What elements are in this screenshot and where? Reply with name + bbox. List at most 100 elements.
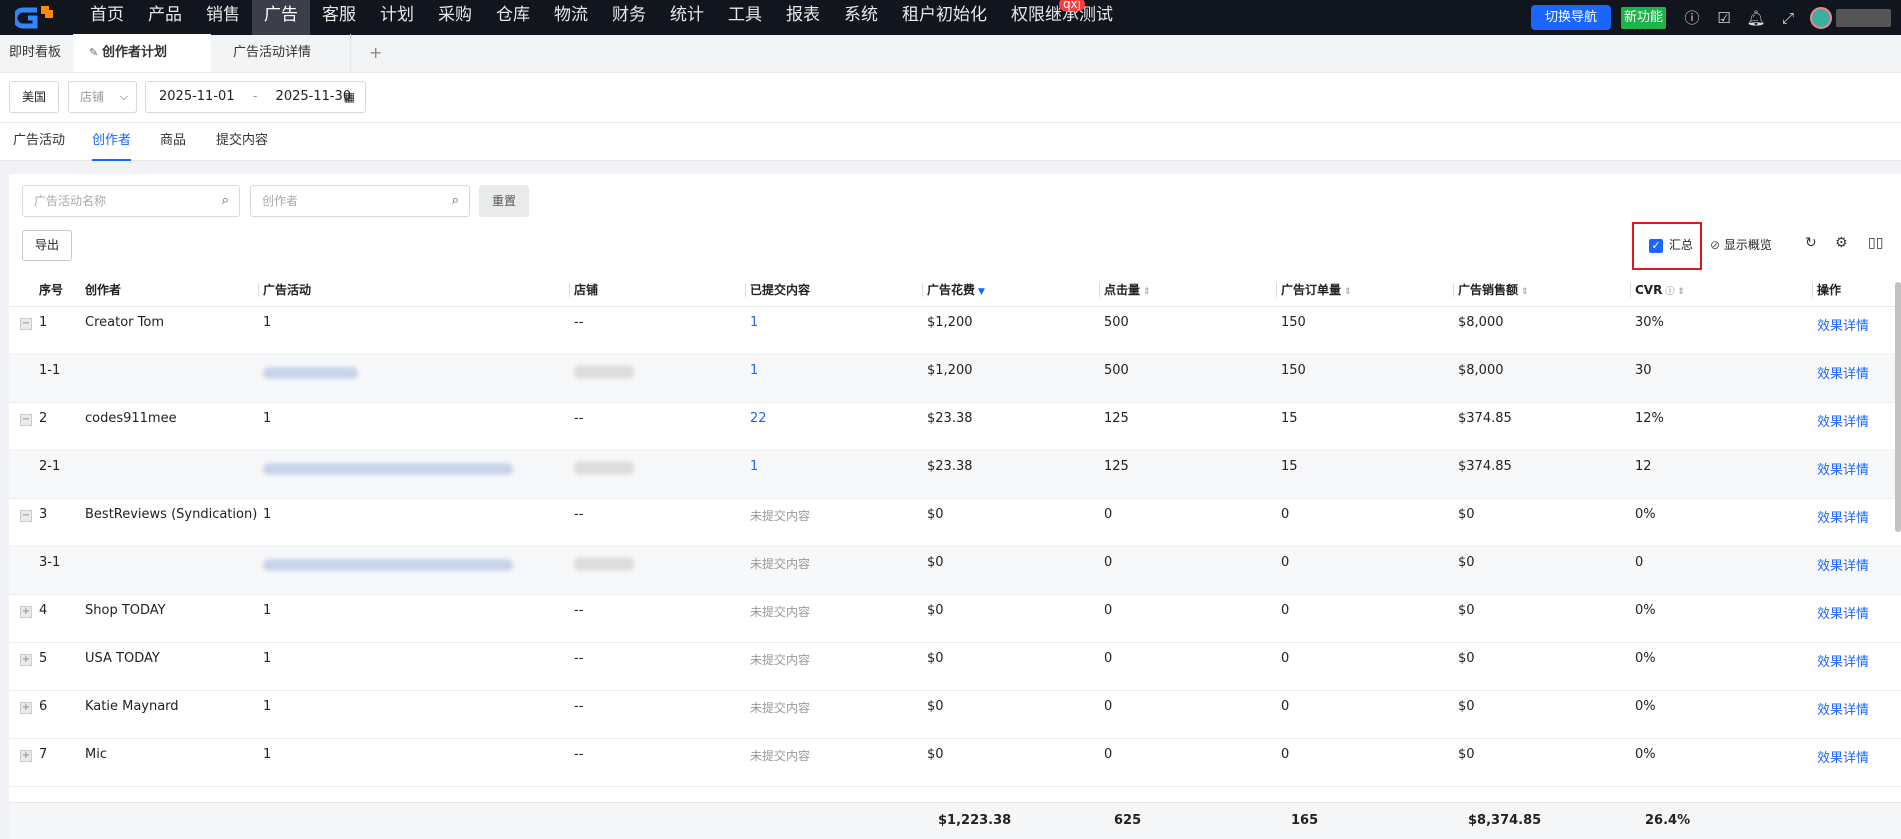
nav-item-6[interactable]: 采购 [426,0,484,35]
nav-item-11[interactable]: 工具 [716,0,774,35]
cell-submitted[interactable]: 1 [745,450,922,499]
shop-select[interactable]: 店铺 ⌵ [68,81,137,113]
effect-detail-link-text[interactable]: 效果详情 [1817,511,1869,526]
nav-item-3[interactable]: 广告 [252,0,310,35]
help-icon[interactable]: ⓘ [1665,287,1674,297]
summary-label[interactable]: 汇总 [1669,236,1693,253]
campaign-search-input[interactable]: 广告活动名称 ⌕ [22,185,240,217]
subtab-submissions[interactable]: 提交内容 [216,123,268,161]
add-tab-button[interactable]: + [351,34,400,72]
nav-item-8[interactable]: 物流 [542,0,600,35]
nav-item-13[interactable]: 系统 [832,0,890,35]
subtab-products[interactable]: 商品 [160,123,186,161]
sort-desc-icon[interactable]: ▼ [978,287,985,297]
collapse-icon[interactable]: − [20,509,32,522]
effect-detail-link[interactable]: 效果详情 [1812,690,1901,739]
sort-icon[interactable]: ⇕ [1677,287,1685,297]
header-cvr[interactable]: CVR ⓘ ⇕ [1630,274,1812,307]
effect-detail-link-text[interactable]: 效果详情 [1817,559,1869,574]
sort-icon[interactable]: ⇕ [1143,287,1151,297]
refresh-icon[interactable]: ↻ [1805,235,1817,251]
effect-detail-link[interactable]: 效果详情 [1812,450,1901,499]
vertical-scrollbar[interactable] [1895,282,1901,532]
nav-item-10[interactable]: 统计 [658,0,716,35]
user-name[interactable] [1836,8,1891,27]
sort-icon[interactable]: ⇕ [1344,287,1352,297]
app-logo[interactable] [0,0,70,35]
expand-icon[interactable]: + [20,653,32,666]
cell-submitted-text[interactable]: 1 [750,363,758,378]
cell-campaign[interactable] [258,450,569,499]
nav-item-0[interactable]: 首页 [78,0,136,35]
date-separator: - [252,89,258,104]
header-sales[interactable]: 广告销售额 ⇕ [1453,274,1630,307]
collapse-icon[interactable]: − [20,413,32,426]
new-feature-button[interactable]: 新功能 [1620,6,1666,29]
effect-detail-link[interactable]: 效果详情 [1812,642,1901,691]
effect-detail-link[interactable]: 效果详情 [1812,738,1901,787]
expand-icon[interactable]: + [20,749,32,762]
effect-detail-link-text[interactable]: 效果详情 [1817,703,1869,718]
expand-icon[interactable]: + [20,605,32,618]
summary-checkbox[interactable]: ✓ [1649,239,1663,253]
cell-submitted-text[interactable]: 22 [750,411,767,426]
effect-detail-link-text[interactable]: 效果详情 [1817,463,1869,478]
fullscreen-icon[interactable]: ⤢ [1772,0,1804,35]
effect-detail-link[interactable]: 效果详情 [1812,594,1901,643]
campaign-link-redacted[interactable] [263,558,513,571]
cell-submitted[interactable]: 1 [745,306,922,355]
columns-icon[interactable]: ▯▯ [1868,235,1883,251]
header-spend[interactable]: 广告花费 ▼ [922,274,1099,307]
collapse-icon[interactable]: − [20,317,32,330]
nav-item-12[interactable]: 报表 [774,0,832,35]
subtab-campaigns[interactable]: 广告活动 [13,123,65,161]
country-select[interactable]: 美国 [9,81,59,113]
cell-submitted-text[interactable]: 1 [750,315,758,330]
cell-submitted-text[interactable]: 1 [750,459,758,474]
cell-campaign[interactable] [258,546,569,595]
effect-detail-link[interactable]: 效果详情 [1812,546,1901,595]
show-overview-toggle[interactable]: ⊘ 显示概览 [1710,236,1772,253]
nav-item-7[interactable]: 仓库 [484,0,542,35]
nav-item-5[interactable]: 计划 [368,0,426,35]
info-icon[interactable]: ⓘ [1676,0,1708,35]
nav-item-1[interactable]: 产品 [136,0,194,35]
effect-detail-link-text[interactable]: 效果详情 [1817,415,1869,430]
nav-item-4[interactable]: 客服 [310,0,368,35]
expand-icon[interactable]: + [20,701,32,714]
header-orders[interactable]: 广告订单量 ⇕ [1276,274,1453,307]
effect-detail-link[interactable]: 效果详情 [1812,354,1901,403]
nav-item-9[interactable]: 财务 [600,0,658,35]
date-range-picker[interactable]: 2025-11-01 - 2025-11-30 ▦ [145,81,366,113]
effect-detail-link-text[interactable]: 效果详情 [1817,655,1869,670]
cell-submitted[interactable]: 1 [745,354,922,403]
settings-icon[interactable]: ⚙ [1835,235,1848,251]
reset-button[interactable]: 重置 [479,185,529,217]
effect-detail-link-text[interactable]: 效果详情 [1817,319,1869,334]
nav-item-15[interactable]: 权限继承测试 qxj [999,0,1125,35]
campaign-link-redacted[interactable] [263,462,513,475]
switch-nav-button[interactable]: 切换导航 [1530,5,1611,30]
nav-item-2[interactable]: 销售 [194,0,252,35]
task-icon[interactable]: ☑ [1708,0,1740,35]
effect-detail-link-text[interactable]: 效果详情 [1817,607,1869,622]
header-clicks[interactable]: 点击量 ⇕ [1099,274,1276,307]
campaign-link-redacted[interactable] [263,366,358,379]
sort-icon[interactable]: ⇕ [1521,287,1529,297]
effect-detail-link[interactable]: 效果详情 [1812,306,1901,355]
creator-search-input[interactable]: 创作者 ⌕ [250,185,470,217]
bell-icon[interactable]: 🔔︎ [1740,0,1772,35]
effect-detail-link[interactable]: 效果详情 [1812,498,1901,547]
effect-detail-link[interactable]: 效果详情 [1812,402,1901,451]
tab-campaign-detail[interactable]: 广告活动详情 [211,34,351,72]
cell-submitted[interactable]: 22 [745,402,922,451]
export-button[interactable]: 导出 [22,230,72,261]
effect-detail-link-text[interactable]: 效果详情 [1817,367,1869,382]
tab-dashboard[interactable]: 即时看板 [0,34,73,72]
subtab-creators[interactable]: 创作者 [92,123,132,161]
avatar[interactable] [1810,6,1832,29]
nav-item-14[interactable]: 租户初始化 [890,0,999,35]
effect-detail-link-text[interactable]: 效果详情 [1817,751,1869,766]
tab-creator-plan[interactable]: ✎ 创作者计划 [73,34,211,72]
cell-campaign[interactable] [258,354,569,403]
